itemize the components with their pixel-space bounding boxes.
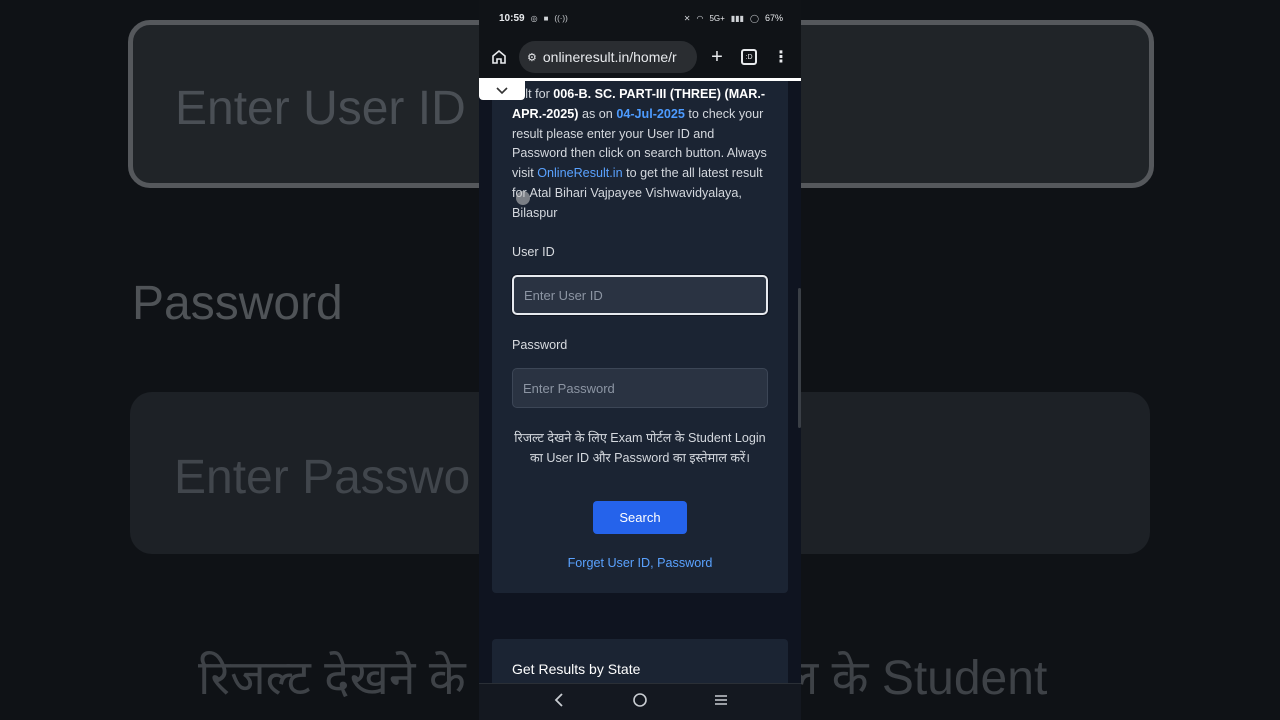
- user-id-label: User ID: [512, 245, 555, 259]
- menu-lines-icon: [714, 694, 727, 705]
- site-link[interactable]: OnlineResult.in: [537, 166, 622, 180]
- wifi-icon: ◠: [696, 13, 704, 23]
- page-content[interactable]: sult for 006-B. SC. PART-III (THREE) (MA…: [479, 81, 801, 683]
- home-icon: [492, 49, 506, 64]
- forget-credentials-link[interactable]: Forget User ID, Password: [512, 556, 768, 570]
- bg-hindi-left: रिजल्ट देखने के: [198, 652, 466, 705]
- tabs-icon: :D: [741, 49, 757, 65]
- screen: Enter User ID Password Enter Passwo रिजल…: [0, 0, 1280, 720]
- back-button[interactable]: [544, 692, 574, 712]
- user-id-input[interactable]: Enter User ID: [512, 275, 768, 315]
- site-settings-icon[interactable]: ⚙: [527, 51, 537, 64]
- chevron-down-icon: [496, 86, 508, 94]
- collapse-tab[interactable]: [479, 81, 525, 100]
- bg-password-placeholder: Enter Passwo: [174, 451, 471, 504]
- scrollbar[interactable]: [798, 288, 801, 428]
- intro-middle: as on: [578, 106, 617, 121]
- user-id-placeholder: Enter User ID: [524, 287, 603, 303]
- password-placeholder: Enter Password: [523, 380, 615, 396]
- bg-hindi-right: ल के Student: [785, 652, 1048, 705]
- status-bar: 10:59 ◎ ■ ((·)) ✕ ◠ 5G+ ▮▮▮ ◯ 67%: [479, 0, 801, 36]
- battery-level: 67%: [764, 13, 783, 23]
- new-tab-button[interactable]: +: [705, 45, 729, 69]
- bg-password-label: Password: [132, 277, 343, 330]
- hotspot-icon: ((·)): [554, 13, 568, 23]
- bg-user-id-placeholder: Enter User ID: [175, 82, 466, 135]
- url-text: onlineresult.in/home/r: [542, 49, 677, 65]
- search-button[interactable]: Search: [593, 501, 687, 534]
- system-nav-bar: [479, 683, 801, 720]
- tab-switcher-button[interactable]: :D: [737, 45, 761, 69]
- back-icon: [555, 692, 563, 707]
- address-bar[interactable]: ⚙ onlineresult.in/home/r: [519, 41, 697, 73]
- password-input[interactable]: Enter Password: [512, 368, 768, 408]
- battery-icon: ◯: [750, 13, 759, 23]
- plus-icon: +: [711, 45, 723, 68]
- video-icon: ■: [543, 13, 549, 23]
- home-button[interactable]: [487, 45, 511, 69]
- phone-screen: 10:59 ◎ ■ ((·)) ✕ ◠ 5G+ ▮▮▮ ◯ 67% ⚙ onli…: [479, 0, 801, 720]
- state-results-card[interactable]: Get Results by State: [492, 639, 788, 683]
- browser-toolbar: ⚙ onlineresult.in/home/r + :D ⋮: [479, 36, 801, 78]
- result-date: 04-Jul-2025: [616, 106, 685, 121]
- touch-indicator: [516, 191, 530, 205]
- mute-icon: ✕: [683, 13, 691, 23]
- clock: 10:59: [499, 12, 525, 24]
- password-label: Password: [512, 338, 568, 352]
- home-nav-button[interactable]: [625, 692, 655, 713]
- instagram-icon: ◎: [530, 13, 538, 23]
- menu-button[interactable]: ⋮: [769, 45, 793, 69]
- signal-icon: ▮▮▮: [730, 13, 745, 23]
- more-vert-icon: ⋮: [773, 49, 789, 66]
- circle-home-icon: [633, 692, 647, 707]
- login-instruction: रिजल्ट देखने के लिए Exam पोर्टल के Stude…: [514, 431, 766, 465]
- network-type: 5G+: [709, 13, 725, 23]
- recents-button[interactable]: [706, 693, 736, 712]
- state-results-title: Get Results by State: [512, 661, 641, 677]
- result-intro: sult for 006-B. SC. PART-III (THREE) (MA…: [512, 85, 768, 224]
